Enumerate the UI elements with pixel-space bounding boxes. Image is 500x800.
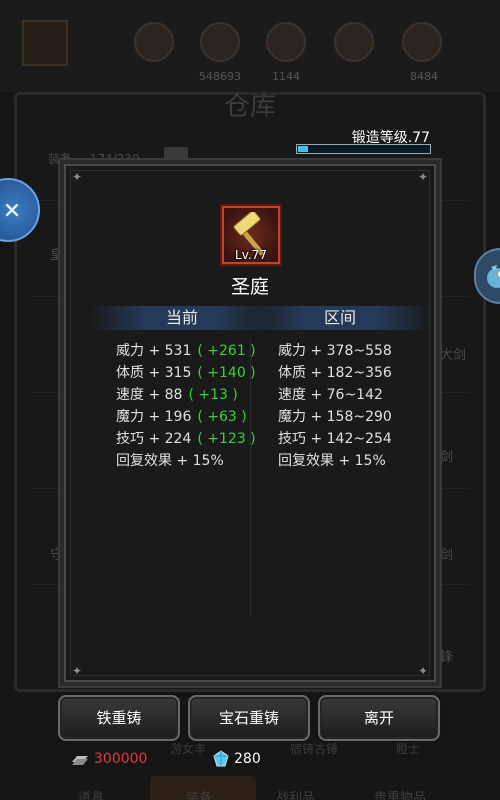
silver-amount: 300000 xyxy=(94,751,148,767)
current-stat-row: 技巧 + 224 ( +123 ) xyxy=(116,428,256,450)
range-stat-row: 威力 + 378~558 xyxy=(278,343,392,359)
gem-currency: 280 xyxy=(212,750,261,768)
item-name: 圣庭 xyxy=(230,276,269,298)
forge-progress-fill xyxy=(298,146,308,152)
reforge-dialog: ✦ ✦ ✦ ✦ Lv.77 圣庭 当前 区间 威力 + 531 ( +261 ) … xyxy=(64,164,436,682)
range-stats-list: 威力 + 378~558 体质 + 182~356 速度 + 76~142 魔力… xyxy=(278,340,392,472)
iron-reforge-button[interactable]: 铁重铸 xyxy=(58,695,180,741)
bg-sub-label: 游女丰 xyxy=(170,742,207,756)
bird-icon xyxy=(487,265,500,288)
range-stat-row: 魔力 + 158~290 xyxy=(278,409,392,425)
bg-side-label: 锋 xyxy=(440,650,454,665)
resource-orb-4 xyxy=(334,22,374,62)
resource-orb-3 xyxy=(266,22,306,62)
player-avatar xyxy=(22,20,68,66)
bg-side-label: 剑 xyxy=(440,548,454,563)
stat-label: 回复效果 + 15% xyxy=(116,453,224,469)
stat-label: 威力 + 531 xyxy=(116,343,192,359)
current-stat-row: 速度 + 88 ( +13 ) xyxy=(116,384,256,406)
current-column-header: 当前 xyxy=(90,306,274,330)
tab-valuables: 贵重物品 xyxy=(374,791,427,800)
corner-ornament-icon: ✦ xyxy=(417,170,428,184)
resource-orb-2 xyxy=(200,22,240,62)
gem-amount: 280 xyxy=(234,751,261,767)
current-stat-row: 威力 + 531 ( +261 ) xyxy=(116,340,256,362)
stat-bonus: ( +123 ) xyxy=(197,431,256,447)
item-icon-frame: Lv.77 xyxy=(222,206,280,264)
current-stat-row: 体质 + 315 ( +140 ) xyxy=(116,362,256,384)
stat-label: 速度 + 88 xyxy=(116,387,183,403)
tab-items: 道具 xyxy=(78,791,105,800)
range-stat-row: 技巧 + 142~254 xyxy=(278,431,392,447)
corner-ornament-icon: ✦ xyxy=(72,170,83,184)
silver-currency: 300000 xyxy=(70,750,147,768)
bg-sub-label: 宿铸古锤 xyxy=(290,742,339,756)
stat-label: 技巧 + 224 xyxy=(116,431,192,447)
top-resource-bar: 548693 1144 8484 xyxy=(0,0,500,92)
resource-value-1: 548693 xyxy=(199,70,241,83)
range-stat-row: 速度 + 76~142 xyxy=(278,387,383,403)
current-stat-row: 魔力 + 196 ( +63 ) xyxy=(116,406,256,428)
bg-side-label: 剑 xyxy=(440,450,454,465)
silver-ingot-icon xyxy=(72,756,88,765)
corner-ornament-icon: ✦ xyxy=(72,664,83,678)
stat-bonus: ( +13 ) xyxy=(188,387,238,403)
stat-label: 魔力 + 196 xyxy=(116,409,192,425)
item-level: Lv.77 xyxy=(235,248,267,262)
bg-sub-label: 瞪士 xyxy=(396,742,421,756)
tab-loot: 战利品 xyxy=(276,791,316,800)
stat-label: 体质 + 315 xyxy=(116,365,192,381)
bg-side-label: 守 xyxy=(50,548,64,563)
gem-reforge-button[interactable]: 宝石重铸 xyxy=(188,695,310,741)
range-stat-row: 体质 + 182~356 xyxy=(278,365,392,381)
current-stat-row: 回复效果 + 15% xyxy=(116,450,256,472)
range-stat-row: 回复效果 + 15% xyxy=(278,453,386,469)
resource-value-2: 1144 xyxy=(272,70,300,83)
current-stats-list: 威力 + 531 ( +261 ) 体质 + 315 ( +140 ) 速度 + 8… xyxy=(116,340,256,472)
resource-value-3: 8484 xyxy=(410,70,438,83)
tab-equipment: 装备 xyxy=(186,791,213,800)
stat-bonus: ( +261 ) xyxy=(197,343,256,359)
stat-bonus: ( +63 ) xyxy=(197,409,247,425)
corner-ornament-icon: ✦ xyxy=(417,664,428,678)
resource-orb-5 xyxy=(402,22,442,62)
gem-icon xyxy=(213,750,229,767)
forge-progress-bar xyxy=(296,144,431,154)
range-column-header: 区间 xyxy=(248,306,432,330)
expand-capacity-button xyxy=(164,147,188,163)
close-x-icon xyxy=(5,203,19,217)
bg-side-label: 皇 xyxy=(50,248,64,263)
bg-side-label: 大剑 xyxy=(440,348,467,363)
leave-button[interactable]: 离开 xyxy=(318,695,440,741)
resource-orb-1 xyxy=(134,22,174,62)
warehouse-title: 仓库 xyxy=(223,92,276,122)
stat-bonus: ( +140 ) xyxy=(197,365,256,381)
